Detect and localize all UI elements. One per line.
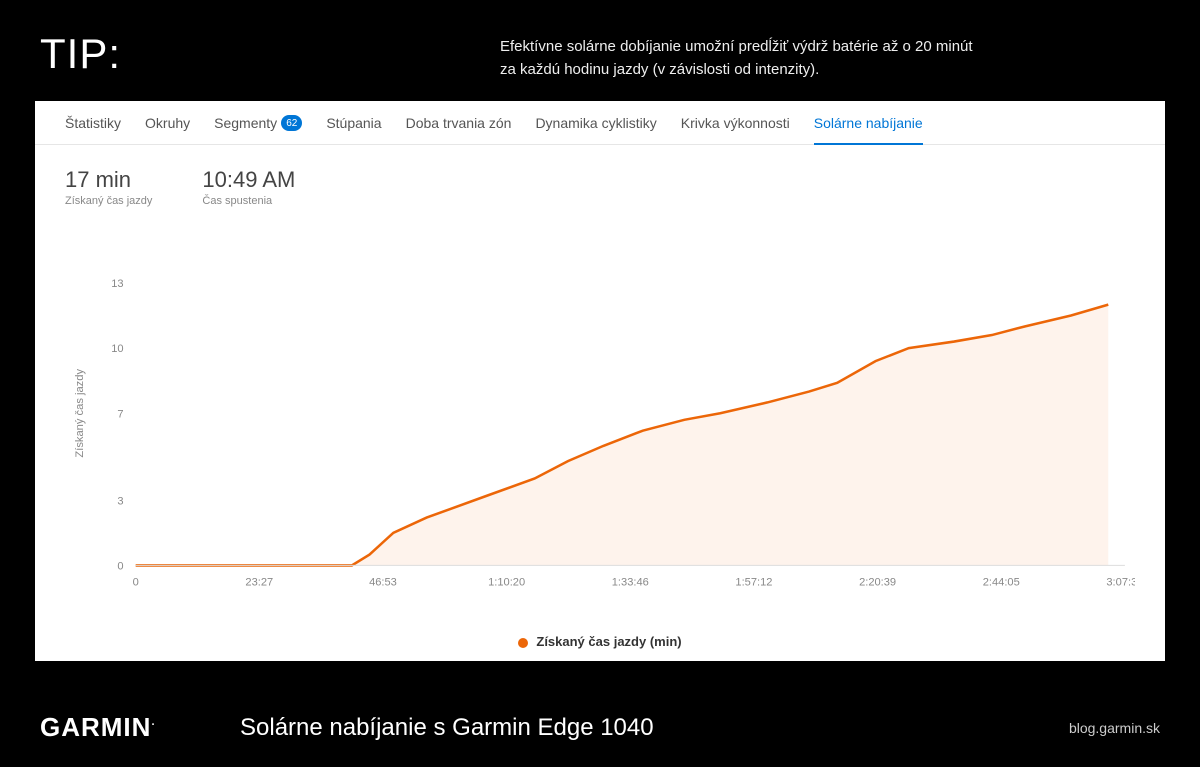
svg-text:23:27: 23:27 — [245, 577, 273, 589]
tab-okruhy[interactable]: Okruhy — [145, 115, 190, 144]
tab--tatistiky[interactable]: Štatistiky — [65, 115, 121, 144]
tab-krivka-v-konnosti[interactable]: Krivka výkonnosti — [681, 115, 790, 144]
svg-text:1:33:46: 1:33:46 — [612, 577, 649, 589]
svg-text:3: 3 — [117, 495, 123, 507]
tip-text-line2: za každú hodinu jazdy (v závislosti od i… — [500, 61, 819, 78]
svg-text:3:07:32: 3:07:32 — [1106, 577, 1135, 589]
start-time-label: Čas spustenia — [202, 195, 295, 207]
svg-text:Získaný čas jazdy: Získaný čas jazdy — [74, 369, 86, 458]
svg-text:0: 0 — [133, 577, 139, 589]
svg-text:2:44:05: 2:44:05 — [983, 577, 1020, 589]
svg-text:2:20:39: 2:20:39 — [859, 577, 896, 589]
chart-svg: 0 3 7 10 13 Získaný čas jazdy 0 23:27 46:53 1:10:… — [65, 251, 1135, 606]
tip-text-line1: Efektívne solárne dobíjanie umožní predĺ… — [500, 38, 973, 55]
legend-label: Získaný čas jazdy (min) — [536, 634, 681, 649]
brand-mark: . — [151, 716, 155, 728]
tab-doba-trvania-z-n[interactable]: Doba trvania zón — [406, 115, 512, 144]
chart-card: Štatistiky Okruhy Segmenty62 Stúpania Doba t… — [35, 101, 1165, 661]
gained-time-label: Získaný čas jazdy — [65, 195, 152, 207]
svg-text:1:57:12: 1:57:12 — [735, 577, 772, 589]
tip-label: TIP: — [40, 30, 500, 78]
tab-sol-rne-nab-janie[interactable]: Solárne nabíjanie — [814, 115, 923, 144]
chart-legend: Získaný čas jazdy (min) — [35, 634, 1165, 649]
brand-text: GARMIN — [40, 712, 151, 742]
tabs: Štatistiky Okruhy Segmenty62 Stúpania Doba t… — [35, 101, 1165, 145]
svg-text:10: 10 — [111, 343, 123, 355]
svg-text:0: 0 — [117, 560, 123, 572]
legend-dot-icon — [518, 638, 528, 648]
tab-segmenty[interactable]: Segmenty62 — [214, 115, 302, 144]
svg-text:1:10:20: 1:10:20 — [488, 577, 525, 589]
svg-text:7: 7 — [117, 408, 123, 420]
tip-text: Efektívne solárne dobíjanie umožní predĺ… — [500, 30, 973, 81]
segments-badge: 62 — [281, 115, 302, 131]
svg-text:13: 13 — [111, 278, 123, 290]
chart-area: 0 3 7 10 13 Získaný čas jazdy 0 23:27 46:53 1:10:… — [65, 251, 1135, 606]
svg-text:46:53: 46:53 — [369, 577, 397, 589]
stats-row: 17 min Získaný čas jazdy 10:49 AM Čas sp… — [35, 145, 1165, 217]
tab-st-pania[interactable]: Stúpania — [326, 115, 381, 144]
start-time-value: 10:49 AM — [202, 167, 295, 193]
gained-time-value: 17 min — [65, 167, 152, 193]
footer-site: blog.garmin.sk — [1069, 720, 1160, 736]
footer-title: Solárne nabíjanie s Garmin Edge 1040 — [240, 714, 1069, 742]
garmin-logo: GARMIN. — [40, 712, 240, 743]
tab-dynamika-cyklistiky[interactable]: Dynamika cyklistiky — [535, 115, 656, 144]
